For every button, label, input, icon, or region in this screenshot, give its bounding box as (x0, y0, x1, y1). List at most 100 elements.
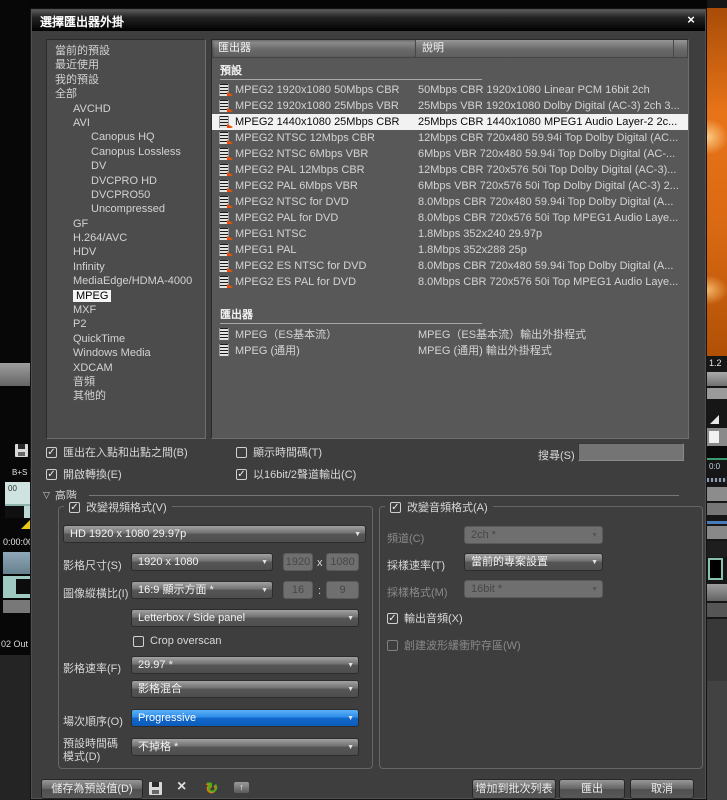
output-16bit-checkbox[interactable]: ✓ 以16bit/2聲道輸出(C) (236, 466, 356, 482)
tc-mode-dropdown[interactable]: 不掉格 * ▼ (131, 738, 359, 756)
red-arrow-icon (227, 236, 233, 240)
frame-width-input[interactable]: 1920 (283, 553, 313, 571)
tree-item[interactable]: 全部 (47, 87, 205, 101)
close-icon[interactable]: × (683, 12, 699, 28)
frame-blend-dropdown[interactable]: 影格混合 ▼ (131, 680, 359, 698)
cancel-button[interactable]: 取消 (630, 779, 694, 799)
background-fragment (707, 503, 727, 515)
search-input[interactable] (578, 443, 684, 461)
aspect-h-input[interactable]: 9 (326, 581, 359, 599)
aspect-ratio-dropdown[interactable]: 16:9 顯示方面 * ▼ (131, 581, 273, 599)
preset-row[interactable]: MPEG2 ES NTSC for DVD8.0Mbps CBR 720x480… (212, 258, 688, 274)
save-as-preset-button[interactable]: 儲存為預設值(D) (41, 779, 143, 799)
sample-rate-dropdown[interactable]: 當前的專案設置 ▼ (464, 553, 603, 571)
preset-row[interactable]: MPEG1 PAL1.8Mbps 352x288 25p (212, 242, 688, 258)
checkbox-label: 顯示時間碼(T) (253, 444, 322, 460)
field-order-dropdown[interactable]: Progressive ▼ (131, 709, 359, 727)
tree-item[interactable]: AVI (47, 116, 205, 130)
film-icon (219, 228, 229, 240)
tree-item[interactable]: DVCPRO50 (47, 188, 205, 202)
clip-box (708, 558, 723, 580)
tree-item[interactable]: 最近使用 (47, 58, 205, 72)
aspect-w-input[interactable]: 16 (283, 581, 313, 599)
column-header-description[interactable]: 說明 (416, 40, 674, 57)
frame-height-input[interactable]: 1080 (326, 553, 359, 571)
frame-size-dropdown[interactable]: 1920 x 1080 ▼ (131, 553, 273, 571)
tree-item[interactable]: Uncompressed (47, 202, 205, 216)
tree-item[interactable]: GF (47, 217, 205, 231)
change-audio-format-checkbox[interactable]: ✓ 改變音頻格式(A) (385, 499, 493, 515)
restore-preset-icon-button[interactable]: ↻ (206, 779, 219, 797)
show-timecode-checkbox[interactable]: 顯示時間碼(T) (236, 444, 322, 460)
tree-item-selected[interactable]: MPEG (47, 289, 205, 303)
tree-item[interactable]: Windows Media (47, 346, 205, 360)
exporter-row[interactable]: MPEG (通用)MPEG (通用) 輸出外掛程式 (212, 342, 688, 358)
delete-preset-icon-button[interactable]: × (177, 778, 186, 796)
preset-row[interactable]: MPEG2 PAL 6Mbps VBR6Mbps VBR 720x576 50i… (212, 178, 688, 194)
red-arrow-icon (227, 188, 233, 192)
preset-row[interactable]: MPEG2 PAL 12Mbps CBR12Mbps CBR 720x576 5… (212, 162, 688, 178)
preset-name-cell: MPEG2 1440x1080 25Mbps CBR (212, 116, 416, 128)
preset-row-selected[interactable]: MPEG2 1440x1080 25Mbps CBR25Mbps CBR 144… (212, 114, 688, 130)
enable-conversion-checkbox[interactable]: ✓ 開啟轉換(E) (46, 466, 122, 482)
tree-item[interactable]: 我的預設 (47, 73, 205, 87)
red-arrow-icon (227, 252, 233, 256)
add-to-batch-button[interactable]: 增加到批次列表 (472, 779, 556, 799)
video-preset-dropdown[interactable]: HD 1920 x 1080 29.97p ▼ (63, 525, 366, 543)
preset-row[interactable]: MPEG2 NTSC 6Mbps VBR6Mbps VBR 720x480 59… (212, 146, 688, 162)
tree-item[interactable]: MXF (47, 303, 205, 317)
export-preset-icon-button[interactable]: ↑ (234, 782, 249, 793)
preset-row[interactable]: MPEG2 1920x1080 25Mbps VBR25Mbps VBR 192… (212, 98, 688, 114)
tree-item[interactable]: Canopus Lossless (47, 145, 205, 159)
tree-item[interactable]: Infinity (47, 260, 205, 274)
tree-item[interactable]: 音頻 (47, 375, 205, 389)
chevron-down-icon: ▼ (347, 614, 354, 623)
frame-blend-value: 影格混合 (138, 683, 182, 695)
save-preset-icon-button[interactable] (149, 782, 162, 795)
export-in-out-checkbox[interactable]: ✓ 匯出在入點和出點之間(B) (46, 444, 188, 460)
tree-item[interactable]: H.264/AVC (47, 231, 205, 245)
tree-item[interactable]: AVCHD (47, 102, 205, 116)
tree-item[interactable]: QuickTime (47, 332, 205, 346)
tree-item[interactable]: MediaEdge/HDMA-4000 (47, 274, 205, 288)
film-icon (219, 180, 229, 192)
change-video-format-checkbox[interactable]: ✓ 改變視頻格式(V) (64, 499, 172, 515)
tree-item[interactable]: DVCPRO HD (47, 174, 205, 188)
timeline-timecode: 0:00:00 (3, 537, 30, 547)
tree-item[interactable]: Canopus HQ (47, 130, 205, 144)
chevron-down-icon: ▼ (591, 558, 598, 567)
tree-item[interactable]: HDV (47, 245, 205, 259)
tree-item[interactable]: 當前的預設 (47, 44, 205, 58)
waveform-cache-checkbox: 創建波形緩衝貯存區(W) (387, 637, 521, 653)
export-button[interactable]: 匯出 (559, 779, 625, 799)
checkbox-label: Crop overscan (150, 635, 222, 647)
preset-name-cell: MPEG2 1920x1080 25Mbps VBR (212, 100, 416, 112)
dialog-titlebar[interactable]: 選擇匯出器外掛 × (32, 10, 705, 31)
column-header-exporter[interactable]: 匯出器 (212, 40, 416, 57)
tree-item[interactable]: XDCAM (47, 361, 205, 375)
background-fragment (5, 506, 24, 518)
preset-desc: 8.0Mbps CBR 720x480 59.94i Top Dolby Dig… (416, 196, 688, 208)
preset-row[interactable]: MPEG2 NTSC for DVD8.0Mbps CBR 720x480 59… (212, 194, 688, 210)
preset-row[interactable]: MPEG1 NTSC1.8Mbps 352x240 29.97p (212, 226, 688, 242)
preset-row[interactable]: MPEG2 NTSC 12Mbps CBR12Mbps CBR 720x480 … (212, 130, 688, 146)
preset-row[interactable]: MPEG2 1920x1080 50Mbps CBR50Mbps CBR 192… (212, 82, 688, 98)
tree-item[interactable]: P2 (47, 317, 205, 331)
tree-item[interactable]: DV (47, 159, 205, 173)
tree-item[interactable]: 其他的 (47, 389, 205, 403)
preset-row[interactable]: MPEG2 PAL for DVD8.0Mbps CBR 720x576 50i… (212, 210, 688, 226)
crop-overscan-checkbox[interactable]: Crop overscan (133, 635, 222, 647)
frame-rate-dropdown[interactable]: 29.97 * ▼ (131, 656, 359, 674)
preset-name-cell: MPEG2 1920x1080 50Mbps CBR (212, 84, 416, 96)
letterbox-dropdown[interactable]: Letterbox / Side panel ▼ (131, 609, 359, 627)
background-app-left: B+S 00 0:00:00 02 Out (0, 0, 30, 800)
output-audio-checkbox[interactable]: ✓ 輸出音頻(X) (387, 610, 463, 626)
exporter-group-header: 匯出器 (212, 302, 688, 323)
exporter-desc: MPEG（ES基本流）輸出外掛程式 (416, 326, 688, 342)
preset-row[interactable]: MPEG2 ES PAL for DVD8.0Mbps CBR 720x576 … (212, 274, 688, 290)
column-header-spacer (674, 40, 688, 57)
exporter-row[interactable]: MPEG（ES基本流）MPEG（ES基本流）輸出外掛程式 (212, 326, 688, 342)
background-fragment (0, 655, 30, 800)
checkbox-checked-icon: ✓ (236, 469, 247, 480)
sample-format-value: 16bit * (471, 583, 502, 595)
